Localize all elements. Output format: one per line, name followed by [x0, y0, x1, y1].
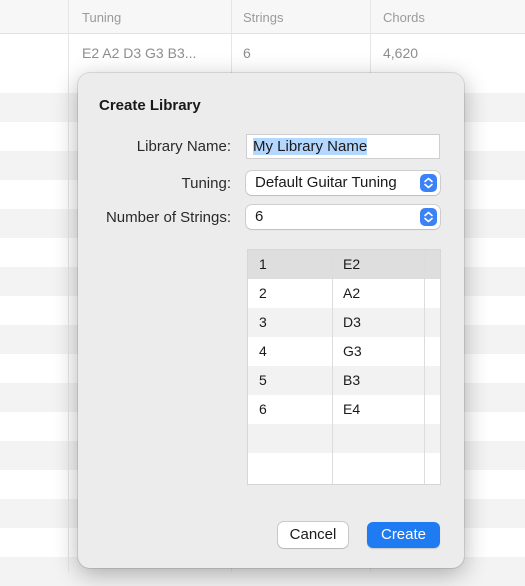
- table-row[interactable]: 4 G3: [248, 337, 440, 366]
- library-name-label: Library Name:: [136, 138, 231, 155]
- number-of-strings-label: Number of Strings:: [105, 209, 231, 226]
- cell-tuning[interactable]: E2 A2 D3 G3 B3...: [82, 45, 196, 61]
- string-note[interactable]: G3: [343, 343, 362, 359]
- string-tuning-table[interactable]: 1 E2 2 A2 3 D3 4 G3 5 B3 6 E4: [247, 249, 441, 485]
- string-note[interactable]: E2: [343, 256, 360, 272]
- library-name-value: My Library Name: [253, 138, 368, 155]
- cancel-button[interactable]: Cancel: [278, 522, 348, 548]
- string-number: 2: [259, 285, 267, 301]
- string-note[interactable]: B3: [343, 372, 360, 388]
- cell-chords[interactable]: 4,620: [383, 45, 418, 61]
- table-row[interactable]: 6 E4: [248, 395, 440, 424]
- table-row[interactable]: 3 D3: [248, 308, 440, 337]
- column-divider: [68, 0, 69, 572]
- cell-strings[interactable]: 6: [243, 45, 251, 61]
- string-note[interactable]: D3: [343, 314, 361, 330]
- number-of-strings-value: 6: [255, 208, 264, 225]
- string-number: 1: [259, 256, 267, 272]
- dialog-title: Create Library: [99, 97, 201, 114]
- column-header-strings[interactable]: Strings: [243, 10, 283, 25]
- table-row[interactable]: 2 A2: [248, 279, 440, 308]
- create-library-dialog: Create Library Library Name: My Library …: [78, 73, 464, 568]
- chevron-up-down-icon: [420, 174, 437, 192]
- tuning-popup[interactable]: Default Guitar Tuning: [246, 171, 440, 195]
- create-button[interactable]: Create: [367, 522, 440, 548]
- column-header-chords[interactable]: Chords: [383, 10, 425, 25]
- string-number: 5: [259, 372, 267, 388]
- chevron-up-down-icon: [420, 208, 437, 226]
- number-of-strings-popup[interactable]: 6: [246, 205, 440, 229]
- column-divider: [424, 250, 425, 484]
- tuning-value: Default Guitar Tuning: [255, 174, 397, 191]
- table-row[interactable]: 1 E2: [248, 250, 440, 279]
- table-row-empty: [248, 453, 440, 482]
- column-header-tuning[interactable]: Tuning: [82, 10, 121, 25]
- tuning-label: Tuning:: [181, 175, 231, 192]
- library-name-field[interactable]: My Library Name: [246, 134, 440, 159]
- column-divider: [332, 250, 333, 484]
- string-note[interactable]: E4: [343, 401, 360, 417]
- table-row-empty: [248, 424, 440, 453]
- string-number: 6: [259, 401, 267, 417]
- string-number: 4: [259, 343, 267, 359]
- table-row[interactable]: 5 B3: [248, 366, 440, 395]
- string-number: 3: [259, 314, 267, 330]
- string-note[interactable]: A2: [343, 285, 360, 301]
